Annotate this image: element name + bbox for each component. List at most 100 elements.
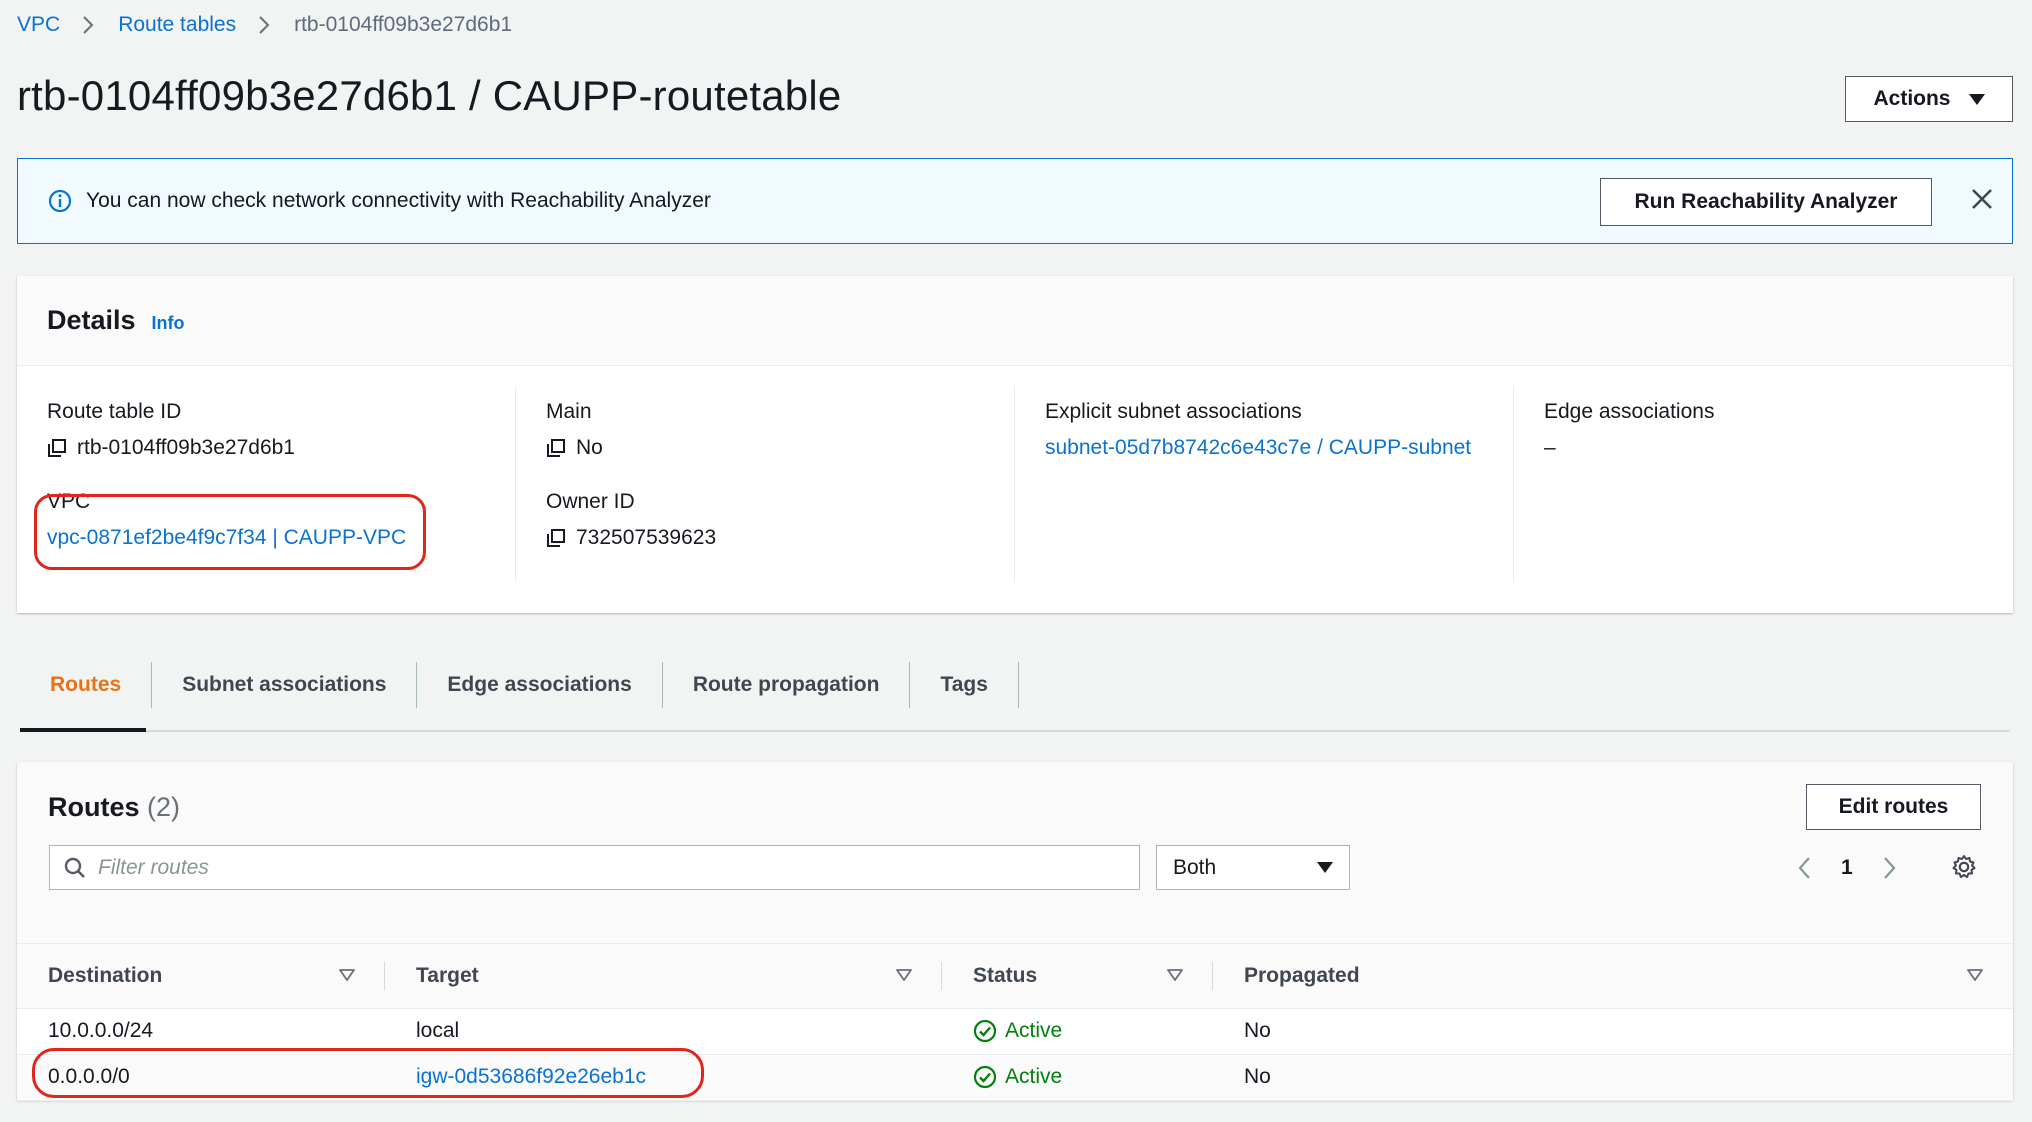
propagated-cell: No [1213, 1008, 2013, 1055]
edge-associations-value: – [1544, 436, 1556, 459]
explicit-subnet-field: Explicit subnet associations subnet-05d7… [1045, 400, 1513, 460]
details-title: Details [47, 305, 136, 335]
route-type-select-value: Both [1173, 855, 1217, 879]
sort-down-icon[interactable] [1967, 969, 1983, 981]
route-table-id-label: Route table ID [47, 400, 182, 423]
column-header-status[interactable]: Status [942, 944, 1213, 1009]
tab-route-propagation[interactable]: Route propagation [663, 662, 911, 708]
vpc-link[interactable]: vpc-0871ef2be4f9c7f34 | CAUPP-VPC [47, 526, 406, 550]
details-column-1: Route table ID rtb-0104ff09b3e27d6b1 VPC… [17, 386, 516, 582]
details-info-link[interactable]: Info [152, 313, 185, 334]
details-column-2: Main No Owner ID 732507539623 [516, 386, 1015, 582]
owner-id-value-row: 732507539623 [546, 526, 1014, 550]
close-icon[interactable] [1970, 187, 1994, 211]
pagination: 1 [1797, 850, 1897, 886]
propagated-cell: No [1213, 1054, 2013, 1101]
chevron-right-icon [258, 15, 270, 35]
sort-down-icon[interactable] [1167, 969, 1183, 981]
breadcrumb-current: rtb-0104ff09b3e27d6b1 [294, 13, 513, 36]
edge-associations-field: Edge associations – [1544, 400, 2013, 460]
chevron-right-icon [82, 15, 94, 35]
status-cell: Active [942, 1054, 1213, 1101]
status-text: Active [1005, 1065, 1063, 1088]
routes-count: (2) [147, 792, 181, 822]
tab-tags[interactable]: Tags [910, 662, 1019, 708]
main-label: Main [546, 400, 592, 423]
check-circle-icon [973, 1019, 997, 1043]
routes-title: Routes (2) [48, 792, 180, 823]
destination-cell: 0.0.0.0/0 [17, 1054, 385, 1101]
search-icon [64, 857, 86, 879]
target-cell: local [385, 1008, 942, 1055]
target-link[interactable]: igw-0d53686f92e26eb1c [416, 1065, 646, 1088]
target-cell: igw-0d53686f92e26eb1c [385, 1054, 942, 1101]
tab-routes[interactable]: Routes [20, 662, 153, 708]
main-field: Main No [546, 400, 1014, 460]
sort-down-icon[interactable] [339, 969, 355, 981]
column-header-propagated[interactable]: Propagated [1213, 944, 2013, 1009]
vpc-field: VPC vpc-0871ef2be4f9c7f34 | CAUPP-VPC [47, 490, 515, 550]
column-header-destination[interactable]: Destination [17, 944, 385, 1009]
route-type-select[interactable]: Both [1156, 845, 1350, 890]
gear-icon[interactable] [1951, 854, 1977, 880]
run-reachability-analyzer-button[interactable]: Run Reachability Analyzer [1600, 178, 1932, 226]
filter-routes-box [49, 845, 1140, 890]
edge-associations-label: Edge associations [1544, 400, 1715, 423]
info-icon [48, 189, 72, 213]
column-header-target-label: Target [416, 963, 479, 987]
owner-id-label: Owner ID [546, 490, 635, 513]
table-row[interactable]: 10.0.0.0/24 local Active No [17, 1008, 2013, 1055]
copy-icon[interactable] [47, 438, 67, 458]
explicit-subnet-label: Explicit subnet associations [1045, 400, 1302, 423]
details-grid: Route table ID rtb-0104ff09b3e27d6b1 VPC… [17, 386, 2013, 586]
route-table-id-value: rtb-0104ff09b3e27d6b1 [77, 436, 295, 459]
route-table-id-value-row: rtb-0104ff09b3e27d6b1 [47, 436, 515, 460]
active-tab-underline [20, 728, 146, 732]
page-number[interactable]: 1 [1841, 856, 1853, 880]
explicit-subnet-link[interactable]: subnet-05d7b8742c6e43c7e / CAUPP-subnet [1045, 436, 1471, 460]
info-banner: You can now check network connectivity w… [17, 158, 2013, 244]
copy-icon[interactable] [546, 438, 566, 458]
vpc-label: VPC [47, 490, 91, 513]
tab-subnet-associations[interactable]: Subnet associations [152, 662, 418, 708]
caret-down-icon [1317, 862, 1333, 873]
edit-routes-button[interactable]: Edit routes [1806, 784, 1981, 830]
copy-icon[interactable] [546, 528, 566, 548]
details-column-4: Edge associations – [1514, 386, 2013, 582]
status-text: Active [1005, 1019, 1063, 1042]
column-header-target[interactable]: Target [385, 944, 942, 1009]
edge-associations-value-row: – [1544, 436, 2013, 460]
tab-bar: Routes Subnet associations Edge associat… [20, 640, 2010, 732]
breadcrumb-vpc[interactable]: VPC [17, 13, 60, 37]
breadcrumb: VPC Route tables rtb-0104ff09b3e27d6b1 [17, 10, 512, 40]
main-value: No [576, 436, 603, 459]
column-header-status-label: Status [973, 963, 1038, 987]
breadcrumb-route-tables[interactable]: Route tables [118, 13, 236, 37]
caret-down-icon [1968, 93, 1985, 105]
filter-routes-input[interactable] [98, 855, 1078, 880]
details-column-3: Explicit subnet associations subnet-05d7… [1015, 386, 1514, 582]
table-row[interactable]: 0.0.0.0/0 igw-0d53686f92e26eb1c Active N… [17, 1054, 2013, 1101]
details-header: Details Info [17, 276, 2013, 366]
tab-edge-associations[interactable]: Edge associations [417, 662, 663, 708]
column-header-propagated-label: Propagated [1244, 963, 1360, 987]
routes-title-text: Routes [48, 792, 140, 822]
page-title: rtb-0104ff09b3e27d6b1 / CAUPP-routetable [17, 72, 842, 119]
destination-cell: 10.0.0.0/24 [17, 1008, 385, 1055]
vpc-value-row: vpc-0871ef2be4f9c7f34 | CAUPP-VPC [47, 526, 515, 550]
routes-table: Destination Target Status Propagated 10.… [17, 944, 2013, 1101]
main-value-row: No [546, 436, 1014, 460]
chevron-left-icon[interactable] [1797, 856, 1811, 880]
banner-message: You can now check network connectivity w… [86, 189, 711, 212]
route-table-id-field: Route table ID rtb-0104ff09b3e27d6b1 [47, 400, 515, 460]
status-cell: Active [942, 1008, 1213, 1055]
explicit-subnet-value-row: subnet-05d7b8742c6e43c7e / CAUPP-subnet [1045, 436, 1513, 460]
check-circle-icon [973, 1065, 997, 1089]
sort-down-icon[interactable] [896, 969, 912, 981]
routes-panel: Routes (2) Edit routes Both 1 [17, 762, 2013, 1101]
chevron-right-icon[interactable] [1883, 856, 1897, 880]
actions-button[interactable]: Actions [1845, 76, 2013, 122]
actions-button-label: Actions [1873, 87, 1951, 110]
column-header-destination-label: Destination [48, 963, 163, 987]
owner-id-field: Owner ID 732507539623 [546, 490, 1014, 550]
